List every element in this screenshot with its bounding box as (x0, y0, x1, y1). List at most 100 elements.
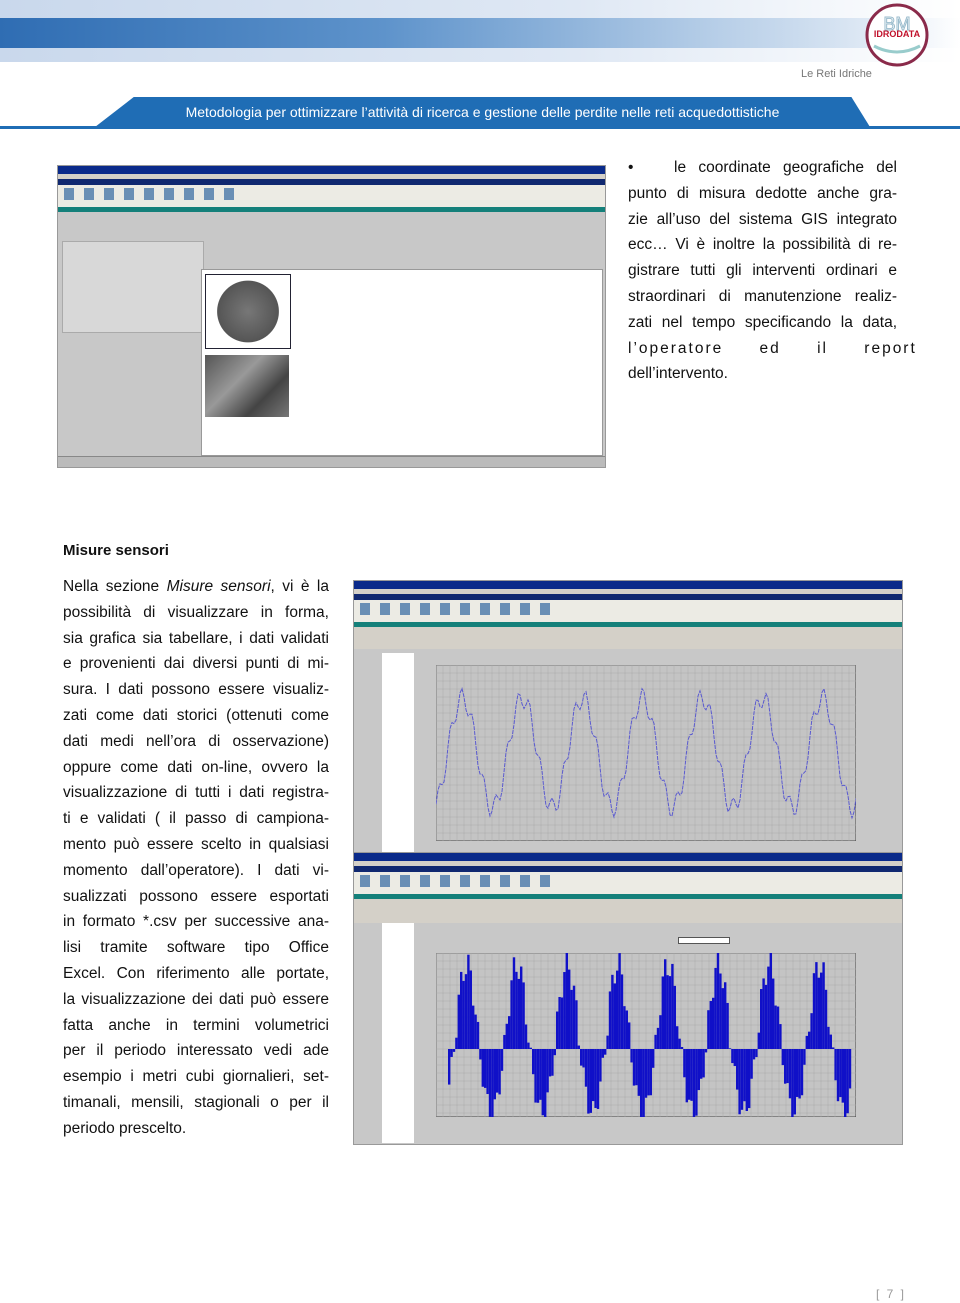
bar (728, 1048, 732, 1049)
text-line: e provenienti dai diversi punti di mi- (63, 655, 329, 673)
bar (803, 1049, 806, 1065)
bar (630, 1049, 633, 1063)
bar (604, 1049, 607, 1055)
text-line: per il periodo interessato vedi ade (63, 1042, 329, 1060)
text-line: esempio i metri cubi giornalieri, set- (63, 1068, 329, 1086)
bar (836, 1049, 840, 1102)
bar (846, 1049, 849, 1114)
bar (539, 1049, 542, 1100)
text-line: ti e validati ( il passo di campiona- (63, 810, 329, 828)
bar (608, 991, 612, 1049)
bar (827, 1026, 830, 1049)
bar (606, 1035, 609, 1049)
bar (563, 972, 566, 1049)
bar (500, 1049, 504, 1071)
bar (448, 1049, 451, 1085)
text-line: mento può essere scelto in qualsiasi (63, 835, 329, 853)
text-line: dati medi nell’ora di osservazione) (63, 732, 329, 750)
bar (700, 1049, 703, 1079)
text-line: Nella sezione Misure sensori, vi è la (63, 578, 329, 595)
bar (834, 1049, 837, 1081)
bar (731, 1049, 734, 1064)
bar-chart-screenshot (353, 852, 903, 1145)
bar (690, 1049, 693, 1101)
bar (743, 1049, 746, 1102)
bar (524, 1024, 528, 1049)
text-line: punto di misura dedotte anche gra- (628, 184, 897, 202)
bar (707, 1010, 710, 1049)
text-line: straordinari di manutenzione realiz- (628, 287, 897, 305)
bar (755, 1049, 758, 1058)
bar (503, 1034, 506, 1049)
bar (546, 1049, 549, 1093)
bar (479, 1049, 482, 1060)
bar (774, 1005, 777, 1049)
bar (841, 1049, 844, 1103)
bar (812, 973, 816, 1049)
bar (757, 1032, 760, 1049)
bar (822, 962, 825, 1049)
bar (829, 1034, 832, 1049)
bar (565, 953, 568, 1049)
bar (496, 1049, 499, 1093)
bar (680, 1046, 684, 1049)
text-line: sualizzati possono essere esportati (63, 887, 329, 905)
bar (498, 1049, 501, 1095)
tagline: Le Reti Idriche (801, 68, 872, 80)
bar (455, 1037, 458, 1049)
bar (548, 1049, 552, 1077)
bar (839, 1049, 842, 1098)
bar (508, 1016, 511, 1049)
text-line: ecc… Vi è inoltre la possibilità di re- (628, 236, 897, 254)
bar (702, 1049, 705, 1078)
bar (666, 975, 669, 1049)
bar (620, 974, 624, 1049)
bar (472, 1005, 475, 1049)
bar (575, 1000, 578, 1049)
bar (582, 1049, 585, 1068)
bar (644, 1049, 648, 1098)
text-line: zati nel tempo specificando la data, (628, 313, 897, 331)
bar (824, 989, 828, 1049)
bar (805, 1035, 808, 1049)
bar (767, 966, 770, 1049)
bar (618, 953, 621, 1049)
bar (832, 1047, 835, 1049)
bar (599, 1049, 602, 1082)
text-line: in formato *.csv per successive ana- (63, 913, 329, 931)
text-line: sura. I dati possono essere visualiz- (63, 681, 329, 699)
bar (808, 1031, 811, 1049)
bar (678, 1038, 681, 1049)
bar (848, 1049, 852, 1089)
text-line: momento dall’operatore). I dati vi- (63, 861, 329, 879)
text-line: l’operatore ed il report (628, 339, 917, 357)
bar (671, 963, 674, 1049)
bar (505, 1023, 508, 1049)
bar (721, 988, 724, 1049)
bar (642, 1049, 645, 1117)
bar (733, 1049, 736, 1067)
text-line: Excel. Con riferimento alle portate, (63, 964, 329, 982)
text-line: sia grafica sia tabellare, i dati valida… (63, 629, 329, 647)
bar (683, 1049, 686, 1078)
bar (649, 1049, 652, 1096)
bar (628, 1022, 631, 1049)
bar (611, 974, 614, 1049)
bar (752, 1049, 756, 1060)
bar (623, 1006, 626, 1049)
header-banner (0, 0, 960, 62)
svg-text:IDRODATA: IDRODATA (874, 29, 921, 39)
bar (484, 1049, 487, 1088)
bar (676, 1026, 679, 1049)
bar (635, 1049, 638, 1086)
text-line: fatta anche in termini volumetrici (63, 1016, 329, 1034)
bar (544, 1049, 547, 1117)
bar (784, 1049, 787, 1084)
bar (659, 1015, 662, 1049)
bar (594, 1049, 597, 1108)
bar (613, 983, 616, 1049)
bar (522, 982, 525, 1049)
bar-chart-plot (436, 953, 856, 1117)
bar (460, 971, 463, 1049)
bar (815, 962, 818, 1049)
